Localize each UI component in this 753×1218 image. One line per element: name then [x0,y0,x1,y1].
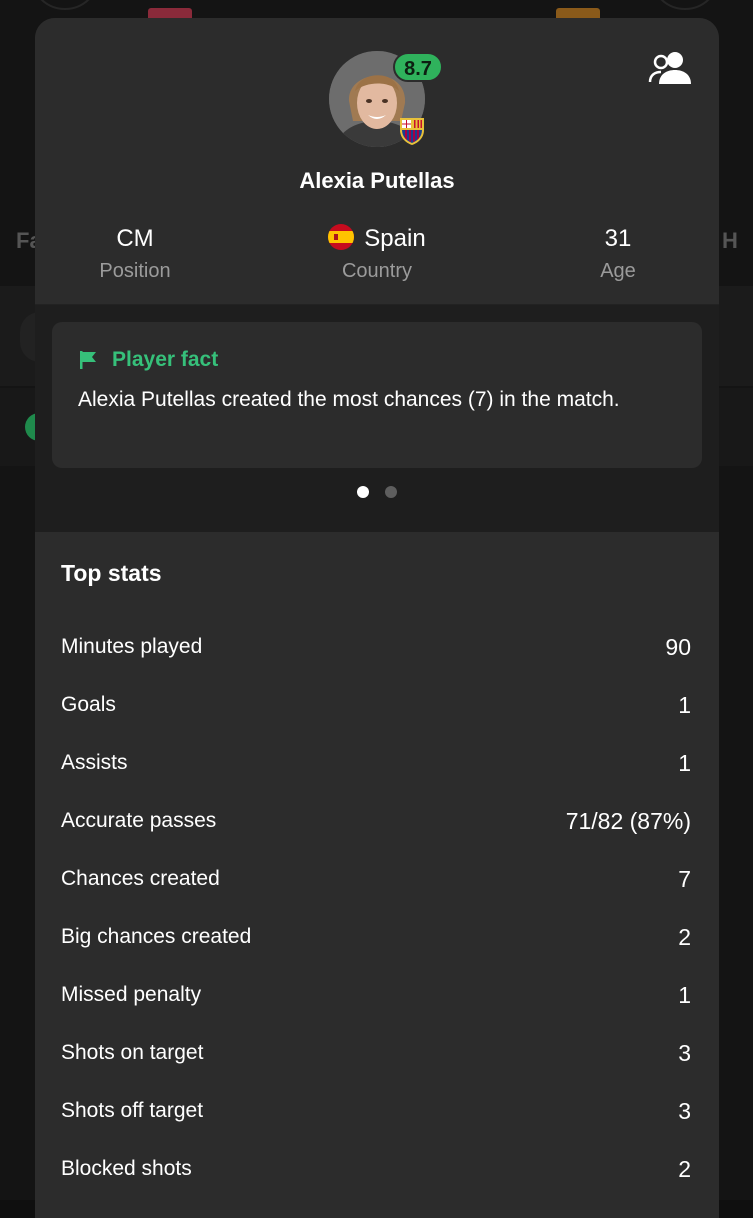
player-sheet: 8.7 Alexia Putellas CM Position Spain Co… [35,18,719,1218]
stat-label: Chances created [61,867,220,890]
stat-label: Shots off target [61,1099,204,1122]
stat-row: Shots off target 3 [61,1082,691,1140]
stat-value: 2 [678,1155,691,1182]
stat-row: Blocked shots 2 [61,1140,691,1198]
stat-row: Big chances created 2 [61,908,691,966]
position-label: Position [99,260,171,282]
compare-player-button[interactable] [647,48,695,88]
player-name: Alexia Putellas [299,168,455,193]
stat-label: Shots on target [61,1041,204,1064]
stat-row: Missed penalty 1 [61,966,691,1024]
country-value-row: Spain [277,223,477,254]
stat-value: 7 [678,865,691,892]
fact-header: Player fact [78,348,218,372]
spain-flag-icon [328,223,355,250]
away-team-circle [650,0,720,10]
stat-label: Blocked shots [61,1157,192,1180]
carousel-dot-2[interactable] [385,486,397,498]
stat-row: Minutes played 90 [61,618,691,676]
age-info: 31 Age [518,224,718,283]
stat-label: Assists [61,751,128,774]
flag-icon [80,351,96,369]
stat-value: 1 [678,981,691,1008]
age-value: 31 [604,225,632,252]
top-stats-title: Top stats [61,560,162,586]
stat-label: Minutes played [61,635,203,658]
carousel-dot-1[interactable] [357,486,369,498]
stat-value: 90 [665,633,691,660]
background-tab-right: H [722,228,738,253]
country-value: Spain [364,225,426,252]
carousel-pagination [35,485,719,503]
position-info: CM Position [35,224,235,283]
player-profile-header: 8.7 Alexia Putellas CM Position Spain Co… [35,18,719,305]
stat-label: Big chances created [61,925,252,948]
country-label: Country [341,260,413,282]
person-compare-icon [648,52,691,84]
stat-value: 1 [678,691,691,718]
stat-value: 3 [678,1097,691,1124]
stat-row: Accurate passes 71/82 (87%) [61,792,691,850]
position-value: CM [116,225,154,252]
stat-label: Missed penalty [61,983,202,1006]
stat-row: Goals 1 [61,676,691,734]
home-team-circle [30,0,100,10]
fact-title: Player fact [112,348,219,371]
club-crest-icon [398,116,426,146]
stat-value: 71/82 (87%) [565,807,691,834]
fact-text: Alexia Putellas created the most chances… [78,388,620,411]
country-info: Spain Country [277,223,477,283]
stat-label: Accurate passes [61,809,217,832]
player-fact-card[interactable]: Player fact Alexia Putellas created the … [52,322,702,468]
stat-label: Goals [61,693,116,716]
stat-value: 2 [678,923,691,950]
age-label: Age [600,260,636,282]
stat-value: 3 [678,1039,691,1066]
stat-value: 1 [678,749,691,776]
player-facts-carousel: Player fact Alexia Putellas created the … [35,305,719,532]
player-rating-badge: 8.7 [393,52,443,82]
stat-row: Chances created 7 [61,850,691,908]
stat-row: Assists 1 [61,734,691,792]
stat-row: Shots on target 3 [61,1024,691,1082]
